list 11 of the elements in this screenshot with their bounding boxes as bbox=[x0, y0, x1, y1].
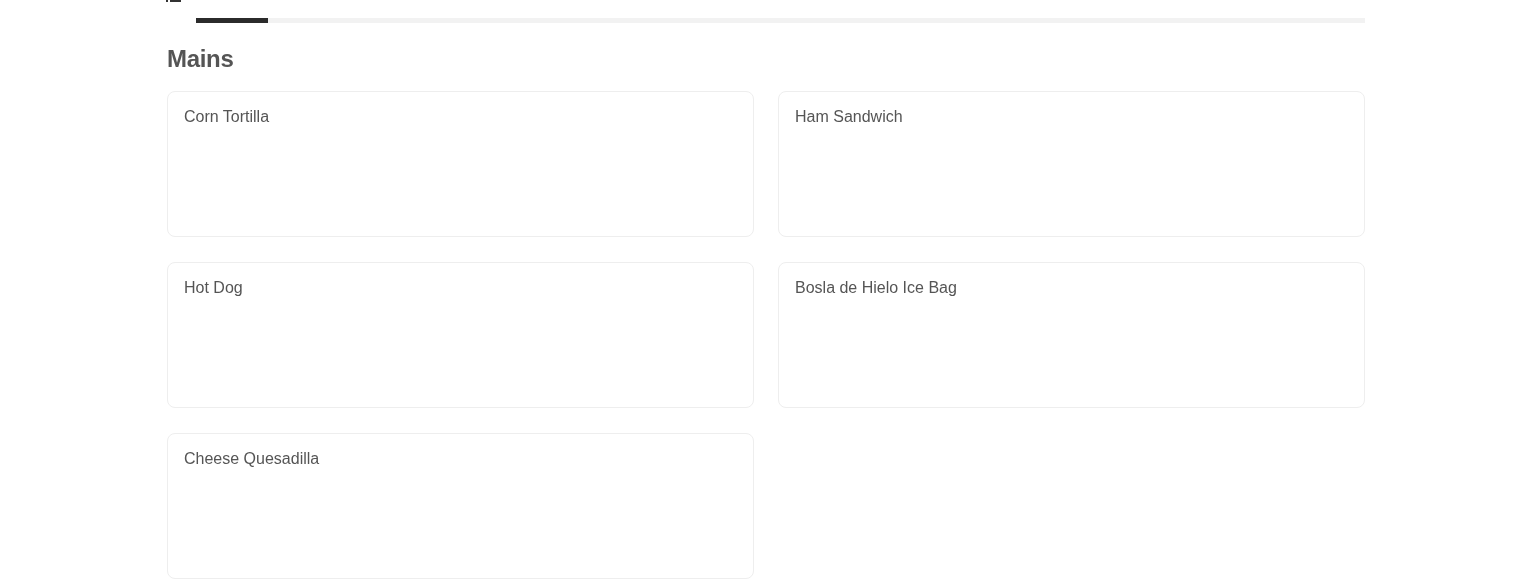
item-name: Corn Tortilla bbox=[184, 108, 270, 126]
item-card[interactable]: Cheese Quesadilla bbox=[167, 433, 754, 579]
item-card[interactable]: Hot Dog bbox=[167, 262, 754, 408]
item-card[interactable]: Corn Tortilla bbox=[167, 91, 754, 237]
item-card[interactable]: Bosla de Hielo Ice Bag bbox=[778, 262, 1365, 408]
item-name: Hot Dog bbox=[184, 279, 243, 297]
item-card[interactable]: Ham Sandwich bbox=[778, 91, 1365, 237]
item-name: Bosla de Hielo Ice Bag bbox=[795, 279, 957, 297]
item-name: Ham Sandwich bbox=[795, 108, 903, 126]
section-title: Mains bbox=[167, 45, 235, 73]
item-name: Cheese Quesadilla bbox=[184, 450, 320, 468]
